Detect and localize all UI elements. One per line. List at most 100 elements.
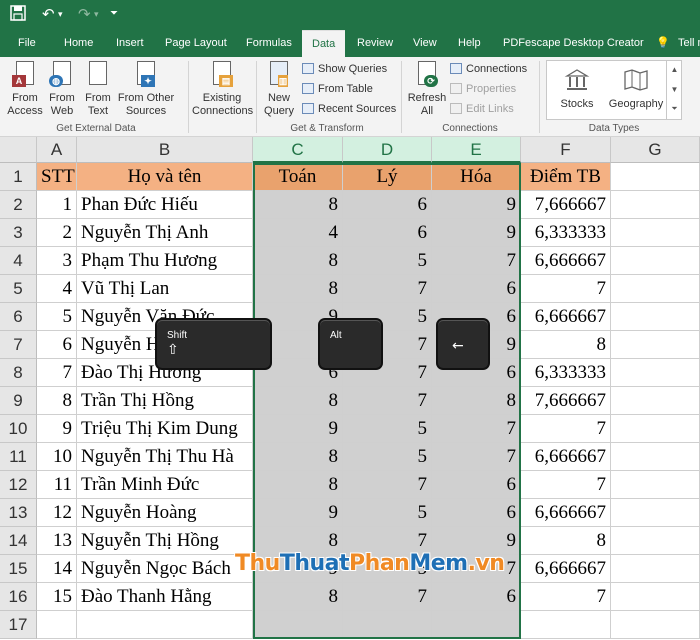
from-web-button[interactable]: ◍ From Web [46, 61, 78, 118]
cell[interactable] [611, 415, 700, 443]
tab-page-layout[interactable]: Page Layout [165, 30, 227, 57]
data-cell[interactable]: 8 [432, 387, 521, 415]
row-header[interactable]: 8 [0, 359, 37, 387]
cell[interactable] [611, 163, 700, 191]
column-header-d[interactable]: D [343, 137, 432, 163]
data-cell[interactable]: 7 [432, 247, 521, 275]
cell[interactable] [611, 275, 700, 303]
cell[interactable] [611, 303, 700, 331]
row-header[interactable]: 4 [0, 247, 37, 275]
data-cell[interactable]: 15 [37, 583, 77, 611]
tab-view[interactable]: View [413, 30, 437, 57]
from-access-button[interactable]: A From Access [6, 61, 44, 118]
data-cell[interactable]: 12 [37, 499, 77, 527]
data-cell[interactable]: 8 [253, 387, 343, 415]
data-cell[interactable]: 6,333333 [521, 219, 611, 247]
row-header[interactable]: 1 [0, 163, 37, 191]
data-cell[interactable]: 5 [37, 303, 77, 331]
cell[interactable] [611, 555, 700, 583]
data-cell[interactable]: 7 [343, 387, 432, 415]
data-cell[interactable]: 6 [432, 275, 521, 303]
data-cell[interactable]: 6 [37, 331, 77, 359]
data-cell[interactable]: 7 [432, 415, 521, 443]
column-header-g[interactable]: G [611, 137, 700, 163]
chevron-up-icon[interactable]: ▲ [667, 60, 682, 80]
from-table-button[interactable]: From Table [302, 83, 373, 95]
data-cell[interactable]: Phan Đức Hiếu [77, 191, 253, 219]
new-query-button[interactable]: ▥ New Query [260, 61, 298, 118]
data-cell[interactable]: Nguyễn Thị Hồng [77, 527, 253, 555]
data-cell[interactable]: 6,666667 [521, 247, 611, 275]
recent-sources-button[interactable]: Recent Sources [302, 103, 396, 115]
tab-home[interactable]: Home [64, 30, 93, 57]
data-cell[interactable]: 9 [432, 219, 521, 247]
row-header[interactable]: 13 [0, 499, 37, 527]
cell[interactable] [37, 611, 77, 639]
cell[interactable] [611, 387, 700, 415]
column-header-a[interactable]: A [37, 137, 77, 163]
row-header[interactable]: 11 [0, 443, 37, 471]
cell[interactable] [611, 331, 700, 359]
row-header[interactable]: 12 [0, 471, 37, 499]
row-header[interactable]: 7 [0, 331, 37, 359]
row-header[interactable]: 17 [0, 611, 37, 639]
data-cell[interactable]: 9 [253, 499, 343, 527]
header-cell[interactable]: Lý [343, 163, 432, 191]
data-cell[interactable]: Nguyễn Thị Thu Hà [77, 443, 253, 471]
data-cell[interactable]: 7 [37, 359, 77, 387]
data-cell[interactable]: Vũ Thị Lan [77, 275, 253, 303]
data-cell[interactable]: 6 [432, 471, 521, 499]
data-cell[interactable]: 3 [37, 247, 77, 275]
cell[interactable] [611, 583, 700, 611]
data-cell[interactable]: 7,666667 [521, 191, 611, 219]
data-cell[interactable]: 6,666667 [521, 555, 611, 583]
data-cell[interactable]: 9 [253, 415, 343, 443]
data-cell[interactable]: 5 [343, 499, 432, 527]
data-cell[interactable]: 7 [343, 471, 432, 499]
data-cell[interactable]: 5 [343, 443, 432, 471]
cell[interactable] [611, 499, 700, 527]
tab-insert[interactable]: Insert [116, 30, 144, 57]
data-cell[interactable]: 5 [343, 247, 432, 275]
data-cell[interactable]: 8 [521, 527, 611, 555]
data-cell[interactable]: 6 [343, 219, 432, 247]
data-cell[interactable]: 7 [521, 415, 611, 443]
data-cell[interactable]: 8 [253, 583, 343, 611]
header-cell[interactable]: Điểm TB [521, 163, 611, 191]
row-header[interactable]: 5 [0, 275, 37, 303]
show-queries-button[interactable]: Show Queries [302, 63, 387, 75]
cell[interactable] [77, 611, 253, 639]
data-cell[interactable]: 6,666667 [521, 303, 611, 331]
data-cell[interactable]: 7 [521, 583, 611, 611]
column-header-e[interactable]: E [432, 137, 521, 163]
row-header[interactable]: 2 [0, 191, 37, 219]
data-cell[interactable]: Triệu Thị Kim Dung [77, 415, 253, 443]
data-cell[interactable]: 7,666667 [521, 387, 611, 415]
row-header[interactable]: 16 [0, 583, 37, 611]
row-header[interactable]: 3 [0, 219, 37, 247]
cell[interactable] [253, 611, 343, 639]
tab-data[interactable]: Data [302, 30, 346, 57]
geography-button[interactable]: Geography [606, 67, 666, 111]
data-cell[interactable]: Phạm Thu Hương [77, 247, 253, 275]
gallery-scroll[interactable]: ▲ ▼ ⏷ [666, 60, 682, 120]
data-cell[interactable]: 8 [37, 387, 77, 415]
data-cell[interactable]: Nguyễn Hoàng [77, 499, 253, 527]
cell[interactable] [611, 191, 700, 219]
properties-button[interactable]: Properties [450, 83, 516, 95]
data-cell[interactable]: Đào Thanh Hằng [77, 583, 253, 611]
data-cell[interactable]: 6 [432, 499, 521, 527]
data-cell[interactable]: 8 [253, 247, 343, 275]
data-cell[interactable]: 6 [343, 191, 432, 219]
data-cell[interactable]: 13 [37, 527, 77, 555]
data-cell[interactable]: 8 [253, 443, 343, 471]
data-cell[interactable]: 7 [343, 275, 432, 303]
row-header[interactable]: 6 [0, 303, 37, 331]
from-other-sources-button[interactable]: ✦ From Other Sources [117, 61, 175, 118]
data-cell[interactable]: 14 [37, 555, 77, 583]
customize-toolbar-icon[interactable]: ⏷ [110, 8, 118, 19]
data-cell[interactable]: 11 [37, 471, 77, 499]
data-cell[interactable]: Nguyễn Thị Anh [77, 219, 253, 247]
redo-dropdown-icon[interactable]: ▾ [94, 10, 99, 20]
connections-button[interactable]: Connections [450, 63, 527, 75]
